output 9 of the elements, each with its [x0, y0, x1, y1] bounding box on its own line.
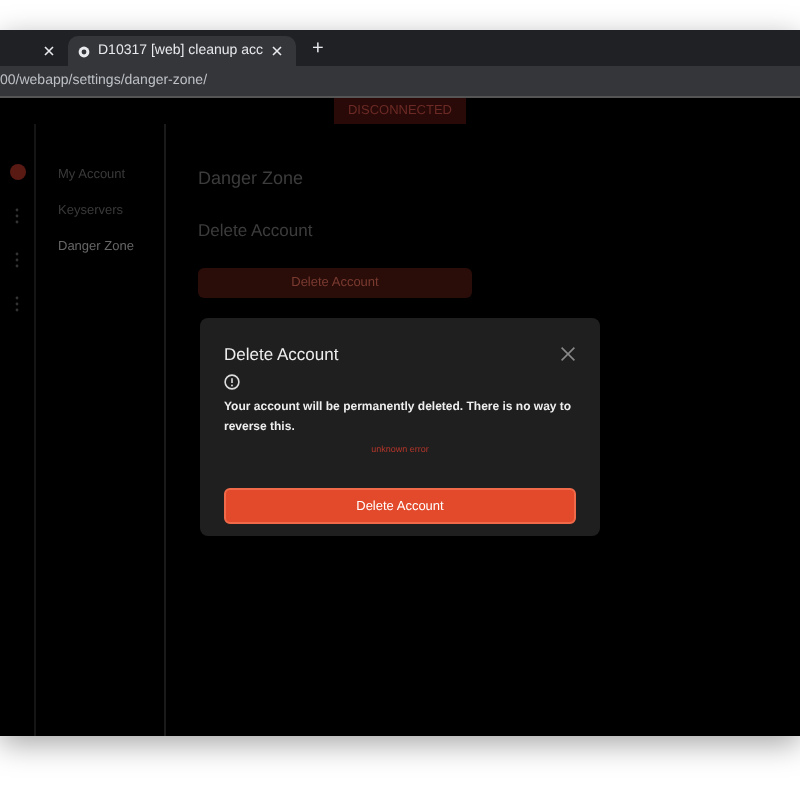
new-tab-button[interactable]: + [312, 37, 324, 59]
page-heading: Danger Zone [198, 168, 304, 188]
info-icon [224, 374, 240, 390]
dots-icon[interactable] [14, 252, 20, 268]
dots-icon[interactable] [14, 208, 20, 224]
dots-icon[interactable] [14, 296, 20, 312]
section-title: Delete Account [198, 220, 313, 240]
dialog-title: Delete Account [224, 344, 339, 364]
globe-icon [78, 45, 90, 57]
